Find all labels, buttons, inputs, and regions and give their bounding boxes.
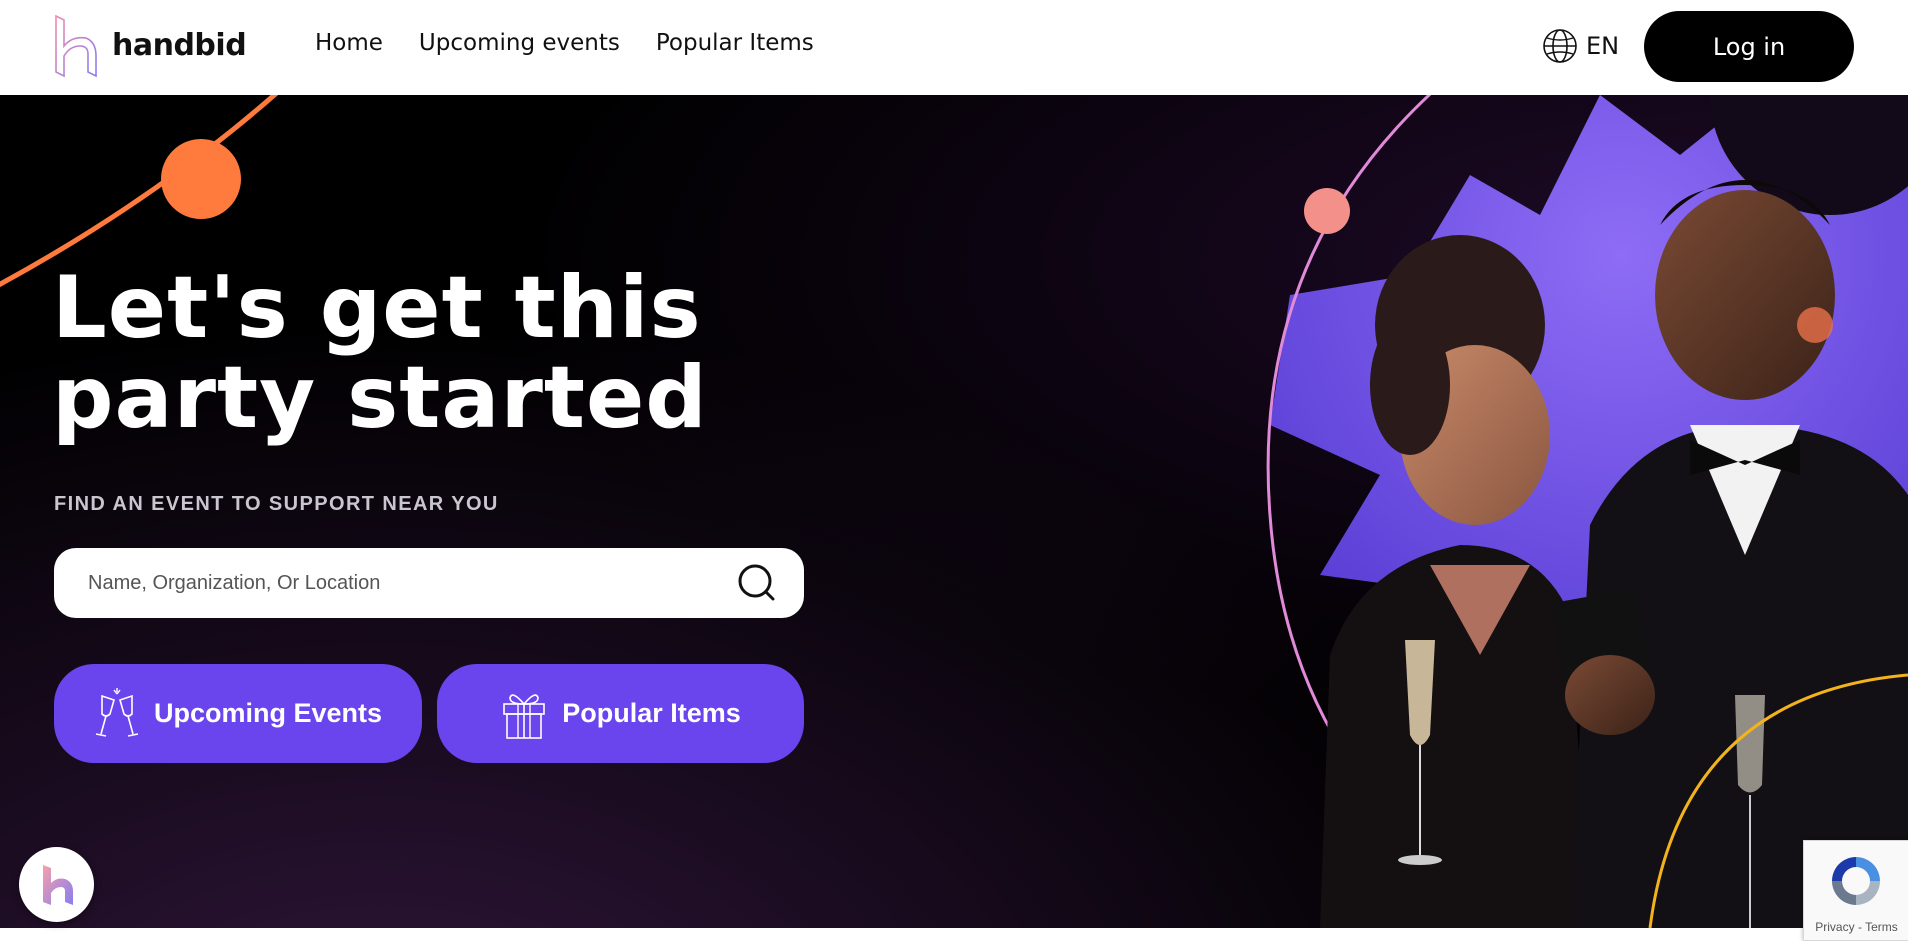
handbid-logo-icon bbox=[55, 14, 97, 78]
popular-items-label: Popular Items bbox=[562, 698, 741, 728]
recaptcha-badge[interactable]: Privacy - Terms bbox=[1803, 840, 1908, 941]
site-header: handbid Home Upcoming events Popular Ite… bbox=[0, 0, 1908, 95]
hero-headline: Let's get this party started bbox=[52, 263, 812, 443]
language-selector[interactable]: EN bbox=[1542, 28, 1619, 64]
main-nav: Home Upcoming events Popular Items bbox=[315, 30, 814, 56]
nav-home[interactable]: Home bbox=[315, 30, 383, 56]
event-search-bar bbox=[54, 548, 804, 618]
upcoming-events-label: Upcoming Events bbox=[153, 698, 383, 728]
event-search-input[interactable] bbox=[86, 570, 710, 596]
hero-subtitle: FIND AN EVENT TO SUPPORT NEAR YOU bbox=[54, 493, 499, 515]
headline-line-2: party started bbox=[52, 348, 708, 448]
recaptcha-terms-link[interactable]: Terms bbox=[1865, 920, 1898, 934]
handbid-logo[interactable]: handbid bbox=[52, 12, 247, 78]
globe-icon bbox=[1543, 29, 1577, 63]
nav-upcoming-events[interactable]: Upcoming events bbox=[419, 30, 620, 56]
hero-photo bbox=[1266, 95, 1908, 928]
language-code: EN bbox=[1586, 32, 1620, 60]
upcoming-events-button[interactable]: Upcoming Events bbox=[54, 664, 422, 763]
hero-section: Let's get this party started FIND AN EVE… bbox=[0, 95, 1908, 928]
gift-icon bbox=[503, 693, 546, 739]
handbid-chat-icon bbox=[42, 864, 73, 905]
chat-launcher[interactable] bbox=[19, 847, 94, 922]
recaptcha-separator: - bbox=[1854, 920, 1866, 934]
login-button[interactable]: Log in bbox=[1644, 11, 1854, 82]
brand-name: handbid bbox=[112, 27, 247, 63]
nav-popular-items[interactable]: Popular Items bbox=[656, 30, 814, 56]
search-icon[interactable] bbox=[736, 562, 778, 604]
recaptcha-icon bbox=[1832, 857, 1880, 905]
recaptcha-privacy-link[interactable]: Privacy bbox=[1815, 920, 1854, 934]
champagne-glasses-icon bbox=[95, 687, 139, 737]
headline-line-1: Let's get this bbox=[52, 258, 702, 358]
popular-items-button[interactable]: Popular Items bbox=[437, 664, 804, 763]
recaptcha-links: Privacy - Terms bbox=[1804, 920, 1908, 934]
